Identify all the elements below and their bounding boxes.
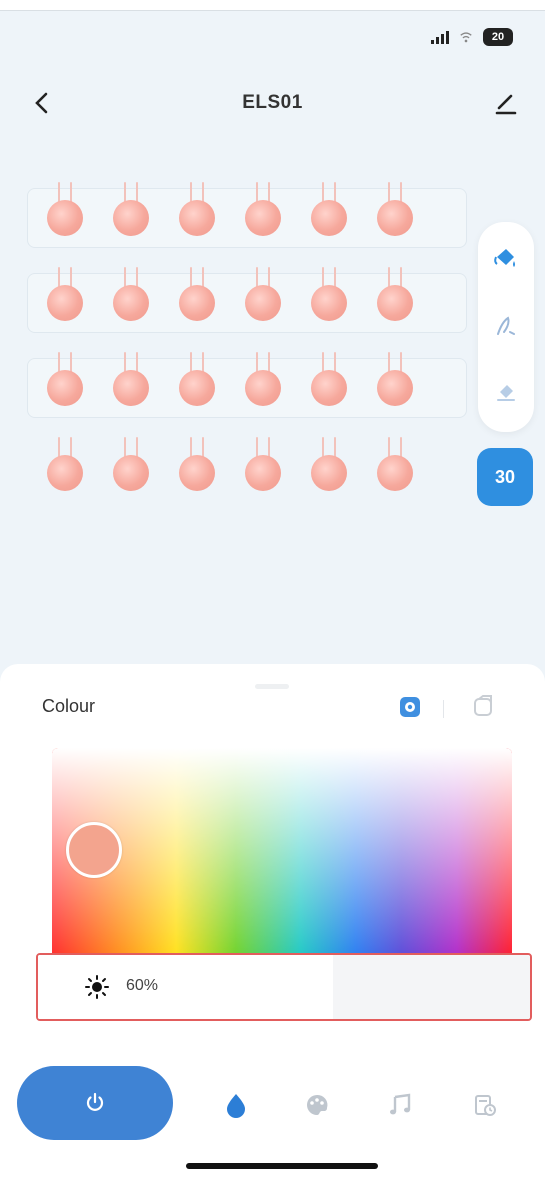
light-bulb[interactable]	[309, 182, 349, 248]
top-frame	[0, 0, 545, 11]
header: ELS01	[0, 80, 545, 130]
fill-bucket-icon[interactable]	[492, 244, 520, 272]
power-button[interactable]	[17, 1066, 173, 1140]
colour-drop-icon[interactable]	[221, 1090, 251, 1120]
white-light-icon[interactable]	[470, 694, 496, 720]
light-bulb[interactable]	[177, 437, 217, 503]
timer-icon[interactable]	[470, 1090, 500, 1120]
light-row	[45, 437, 415, 503]
light-bulb[interactable]	[45, 182, 85, 248]
brightness-fill	[38, 955, 334, 1019]
bottom-nav	[0, 1066, 545, 1146]
page-title: ELS01	[242, 92, 303, 113]
light-row	[27, 352, 467, 418]
light-bulb[interactable]	[243, 437, 283, 503]
brush-icon[interactable]	[492, 312, 520, 340]
brightness-slider[interactable]: 60%	[36, 953, 532, 1021]
status-bar: 20	[431, 28, 513, 46]
tool-panel	[478, 222, 534, 432]
eraser-icon[interactable]	[492, 377, 520, 405]
light-bulb[interactable]	[111, 437, 151, 503]
light-bulb[interactable]	[309, 352, 349, 418]
light-row	[27, 182, 467, 248]
battery-indicator: 20	[483, 28, 513, 46]
light-count-badge[interactable]: 30	[477, 448, 533, 506]
drag-handle[interactable]	[255, 684, 289, 689]
light-bulb[interactable]	[111, 182, 151, 248]
light-row	[27, 267, 467, 333]
light-bulb[interactable]	[243, 352, 283, 418]
light-bulb[interactable]	[111, 267, 151, 333]
light-bulb[interactable]	[45, 267, 85, 333]
light-bulb[interactable]	[45, 437, 85, 503]
light-bulb[interactable]	[375, 437, 415, 503]
wifi-icon	[460, 32, 472, 43]
colour-picker-handle[interactable]	[66, 822, 122, 878]
light-grid	[27, 182, 467, 522]
light-bulb[interactable]	[177, 352, 217, 418]
light-bulb[interactable]	[375, 267, 415, 333]
light-bulb[interactable]	[375, 352, 415, 418]
light-bulb[interactable]	[243, 182, 283, 248]
home-indicator[interactable]	[186, 1163, 378, 1169]
light-bulb[interactable]	[309, 267, 349, 333]
power-icon	[86, 1092, 104, 1111]
mode-divider	[443, 700, 444, 718]
colour-wheel-icon[interactable]	[397, 694, 423, 720]
light-bulb[interactable]	[45, 352, 85, 418]
light-bulb[interactable]	[111, 352, 151, 418]
palette-icon[interactable]	[302, 1090, 332, 1120]
light-bulb[interactable]	[177, 182, 217, 248]
music-icon[interactable]	[386, 1090, 416, 1120]
colour-title: Colour	[42, 696, 96, 716]
brightness-value: 60%	[126, 977, 159, 994]
signal-icon	[431, 30, 449, 44]
light-bulb[interactable]	[243, 267, 283, 333]
light-bulb[interactable]	[375, 182, 415, 248]
sun-icon	[85, 975, 109, 999]
light-bulb[interactable]	[309, 437, 349, 503]
light-bulb[interactable]	[177, 267, 217, 333]
pencil-icon[interactable]	[491, 88, 521, 118]
